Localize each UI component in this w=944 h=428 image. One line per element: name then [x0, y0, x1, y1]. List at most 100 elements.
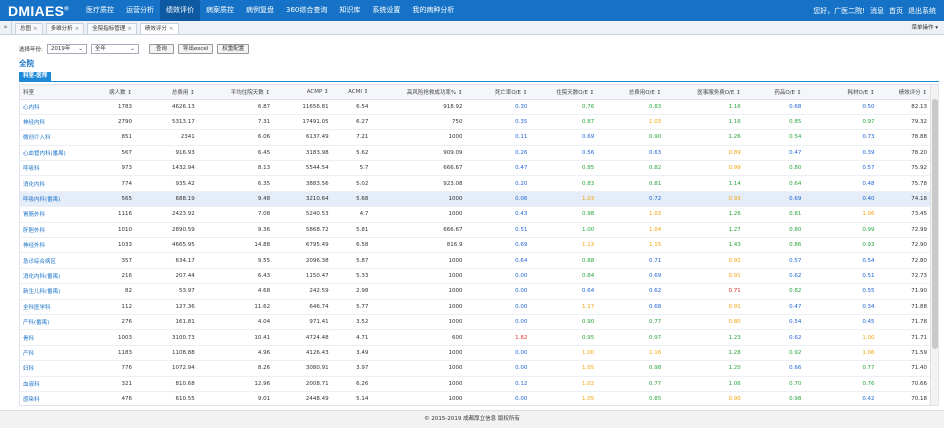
table-cell: 0.93 [664, 191, 744, 208]
close-icon[interactable]: × [127, 24, 132, 34]
department-link[interactable]: 消化内科(番禺) [20, 268, 94, 285]
table-cell: 0.77 [597, 376, 665, 392]
department-link[interactable]: 血液科 [20, 376, 94, 392]
department-link[interactable]: 产科 [20, 345, 94, 362]
table-row[interactable]: 呼吸科 973 1432.94 8.13 5544.54 5.7 666.67 0.47 0.8… [20, 160, 930, 177]
nav-record-qc[interactable]: 病案质控 [200, 0, 240, 21]
department-link[interactable]: 胃肠外科 [20, 206, 94, 223]
column-header[interactable]: 平均住院天数 ↕ [197, 85, 274, 100]
table-cell: 0.85 [743, 114, 805, 131]
table-cell: 0.00 [465, 314, 531, 331]
department-link[interactable]: 呼吸科 [20, 160, 94, 177]
table-cell: 1000 [371, 360, 466, 377]
column-header[interactable]: 住院天数O/E ↕ [530, 85, 598, 100]
column-header[interactable]: 总费用 ↕ [135, 85, 198, 100]
table-cell: 0.91 [664, 268, 744, 285]
department-link[interactable]: 心内科 [20, 99, 94, 115]
department-link[interactable]: 全科医学科 [20, 299, 94, 315]
table-row[interactable]: 骨科 1003 3100.73 10.41 4724.48 4.71 600 1.82 0.95… [20, 329, 930, 346]
table-row[interactable]: 产科 1183 1108.88 4.96 4126.43 3.49 1000 0.00 1.00… [20, 345, 930, 362]
nav-performance[interactable]: 绩效评价 [160, 0, 200, 21]
table-row[interactable]: 感染科 476 610.55 9.01 2448.49 5.14 1000 0.00 1.05 0… [20, 391, 930, 405]
table-cell: 0.00 [465, 283, 531, 300]
department-link[interactable]: 感染科 [20, 391, 94, 405]
table-row[interactable]: 新生儿科(番禺) 82 53.97 4.68 242.59 2.98 1000 0.00 0.6… [20, 283, 930, 300]
close-icon[interactable]: × [169, 24, 174, 34]
department-link[interactable]: 急诊综合病区 [20, 252, 94, 269]
query-button[interactable]: 查询 [148, 43, 174, 54]
table-scrollbar[interactable] [930, 85, 938, 405]
column-header[interactable]: ACMI ↕ [331, 85, 372, 100]
column-header[interactable]: ACMP ↕ [273, 85, 332, 100]
weight-config-button[interactable]: 权重配置 [217, 43, 250, 54]
department-link[interactable]: 产科(番禺) [20, 314, 94, 331]
department-link[interactable]: 心血管内科(番禺) [20, 145, 94, 162]
nav-case-review[interactable]: 病例复盘 [240, 0, 280, 21]
table-row[interactable]: 微创介入科 851 2341 6.06 6137.49 7.21 1000 0.11 0.69 0… [20, 129, 930, 146]
year-select[interactable]: 2019年 ⌄ [46, 43, 87, 54]
column-header[interactable]: 科室 [20, 85, 94, 100]
tab-menu-button[interactable]: 菜单操作 ▾ [911, 22, 944, 34]
table-cell: 1.05 [530, 360, 598, 377]
table-row[interactable]: 消化内科 774 935.42 6.35 3883.56 5.02 923.08 0.20 0.… [20, 175, 930, 192]
nav-quality[interactable]: 医疗质控 [80, 0, 120, 21]
table-row[interactable]: 产科(番禺) 276 161.81 4.04 971.41 3.52 1000 0.00 0.9… [20, 314, 930, 331]
table-cell: 70.66 [877, 376, 930, 392]
column-header[interactable]: 医事服务费O/E ↕ [664, 85, 744, 100]
table-row[interactable]: 肝胆外科 1010 2890.59 9.36 5868.72 5.81 666.67 0.51… [20, 222, 930, 239]
table-row[interactable]: 血液科 321 810.68 12.96 2008.71 6.26 1000 0.12 1.02… [20, 376, 930, 392]
scrollbar-thumb[interactable] [932, 99, 938, 349]
section-tab-dept-doctor[interactable]: 科室-医师 [19, 72, 52, 81]
tab-performance-score[interactable]: 绩效评分 × [139, 23, 179, 34]
nav-knowledge[interactable]: 知识库 [333, 0, 366, 21]
logout-link[interactable]: 退出系统 [908, 6, 936, 16]
table-row[interactable]: 神经外科 1033 4665.95 14.88 6795.49 6.58 816.9 0.69… [20, 237, 930, 254]
column-header[interactable]: 药品O/E ↕ [743, 85, 805, 100]
collapse-sidebar-icon[interactable]: » [0, 21, 12, 34]
table-cell: 72.80 [877, 252, 930, 269]
column-header[interactable]: 死亡率O/E ↕ [465, 85, 531, 100]
department-link[interactable]: 新生儿科(番禺) [20, 283, 94, 300]
close-icon[interactable]: × [33, 24, 38, 34]
table-row[interactable]: 胃肠外科 1116 2423.92 7.08 5240.53 4.7 1000 0.43 0.9… [20, 206, 930, 223]
table-cell: 916.93 [135, 145, 198, 162]
table-row[interactable]: 全科医学科 112 127.36 11.62 646.74 5.77 1000 0.00 1.1… [20, 299, 930, 315]
column-header[interactable]: 病人数 ↕ [93, 85, 136, 100]
column-header[interactable]: 耗材O/E ↕ [804, 85, 878, 100]
department-link[interactable]: 肝胆外科 [20, 222, 94, 239]
table-cell: 0.00 [465, 391, 531, 405]
table-row[interactable]: 心血管内科(番禺) 567 916.93 6.45 3183.98 5.62 909.09 0… [20, 145, 930, 162]
column-header[interactable]: 高风险抢救成功率% ↕ [371, 85, 466, 100]
department-link[interactable]: 神经外科 [20, 237, 94, 254]
table-cell: 6.35 [197, 175, 274, 192]
table-row[interactable]: 神经内科 2790 5313.17 7.31 17491.05 6.27 750 0.35 0.… [20, 114, 930, 131]
table-row[interactable]: 急诊综合病区 357 634.17 9.55 2096.38 5.87 1000 0.64 0.… [20, 252, 930, 269]
table-row[interactable]: 心内科 1783 4626.13 6.87 11656.81 6.54 918.92 0.30… [20, 99, 930, 115]
tab-multidim[interactable]: 多维分析 × [45, 23, 85, 34]
nav-settings[interactable]: 系统设置 [366, 0, 406, 21]
period-select[interactable]: 全年 ⌄ [90, 43, 139, 54]
department-link[interactable]: 消化内科 [20, 175, 94, 192]
table-cell: 6.27 [331, 114, 372, 131]
app-logo[interactable]: DMIAES® [0, 3, 80, 19]
nav-operations[interactable]: 运营分析 [120, 0, 160, 21]
table-cell: 9.36 [197, 222, 274, 239]
home-link[interactable]: 首页 [889, 6, 903, 16]
close-icon[interactable]: × [75, 24, 80, 34]
table-row[interactable]: 消化内科(番禺) 216 207.44 6.43 1150.47 5.33 1000 0.00… [20, 268, 930, 285]
nav-my-disease[interactable]: 我的病种分析 [406, 0, 460, 21]
column-header[interactable]: 总费用O/E ↕ [597, 85, 665, 100]
department-link[interactable]: 骨科 [20, 329, 94, 346]
department-link[interactable]: 神经内科 [20, 114, 94, 131]
department-link[interactable]: 微创介入科 [20, 129, 94, 146]
nav-360-query[interactable]: 360综合查询 [280, 0, 333, 21]
tab-overview[interactable]: 总图 × [15, 23, 43, 34]
tab-indicators[interactable]: 全院指标管理 × [87, 23, 137, 34]
table-row[interactable]: 呼吸内科(番禺) 565 688.19 9.48 3210.64 5.68 1000 0.06… [20, 191, 930, 208]
messages-link[interactable]: 消息 [870, 6, 884, 16]
table-row[interactable]: 妇科 776 1072.94 8.26 3080.91 3.97 1000 0.00 1.05 0… [20, 360, 930, 377]
department-link[interactable]: 呼吸内科(番禺) [20, 191, 94, 208]
department-link[interactable]: 妇科 [20, 360, 94, 377]
export-excel-button[interactable]: 导出excel [177, 43, 214, 54]
column-header[interactable]: 绩效评分 ↕ [877, 85, 930, 100]
